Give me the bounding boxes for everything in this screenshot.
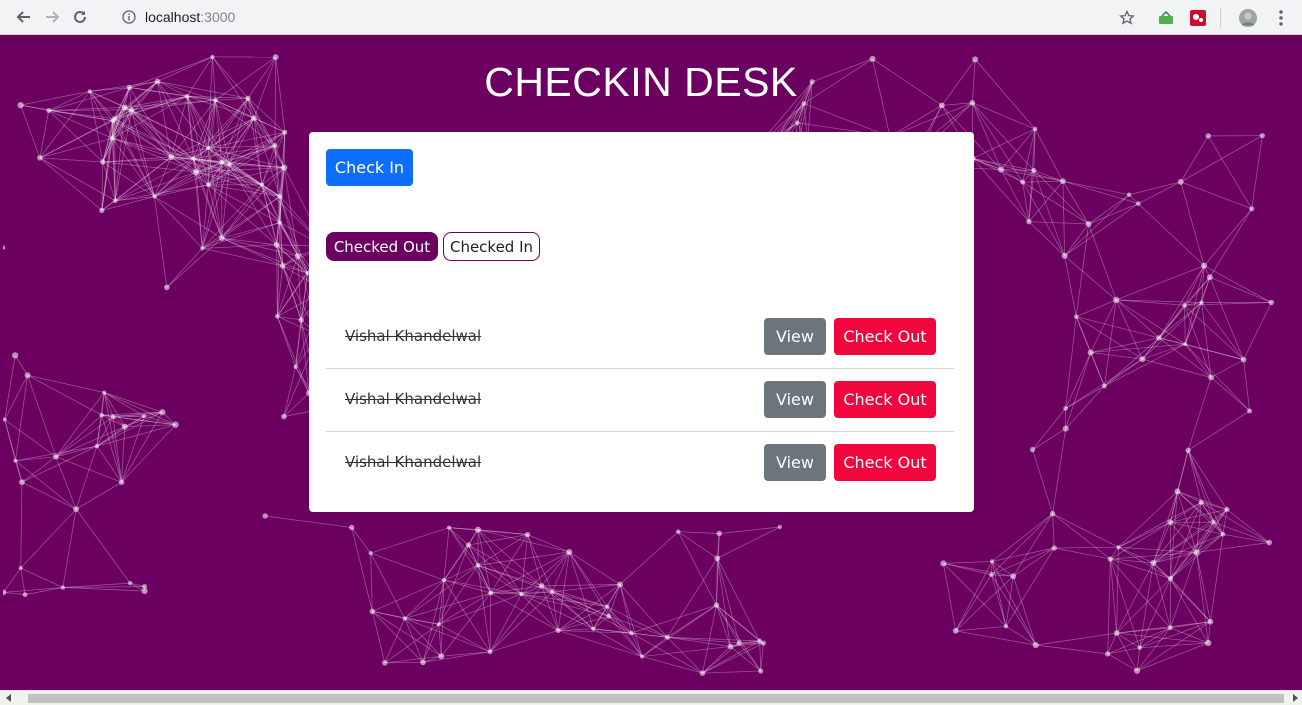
page-title: CHECKIN DESK xyxy=(484,59,798,105)
check-out-button[interactable]: Check Out xyxy=(834,318,936,355)
list-item: Vishal Khandelwal View Check Out xyxy=(325,306,955,369)
toolbar-separator xyxy=(1220,7,1221,28)
reload-icon[interactable] xyxy=(69,6,91,28)
star-icon[interactable] xyxy=(1118,9,1136,27)
check-out-button[interactable]: Check Out xyxy=(834,444,936,481)
checkin-card: Check In Checked Out Checked In Vishal K… xyxy=(309,132,974,512)
horizontal-scrollbar[interactable] xyxy=(0,690,1302,705)
extension-icon[interactable] xyxy=(1189,9,1207,27)
list-item: Vishal Khandelwal View Check Out xyxy=(325,432,955,495)
check-in-button[interactable]: Check In xyxy=(326,149,413,186)
tab-checked-in[interactable]: Checked In xyxy=(443,232,540,261)
list-item: Vishal Khandelwal View Check Out xyxy=(325,369,955,432)
url-host: localhost xyxy=(145,8,201,25)
view-button[interactable]: View xyxy=(764,318,826,355)
scroll-right-icon[interactable] xyxy=(1290,693,1300,703)
scroll-left-icon[interactable] xyxy=(4,693,14,703)
view-button[interactable]: View xyxy=(764,444,826,481)
url-port: :3000 xyxy=(200,8,236,25)
browser-toolbar: localhost:3000 xyxy=(0,0,1302,35)
visitor-name: Vishal Khandelwal xyxy=(345,453,482,471)
extension-icon[interactable] xyxy=(1157,9,1175,27)
back-icon[interactable] xyxy=(13,6,35,28)
address-bar[interactable]: localhost:3000 xyxy=(112,3,1150,30)
check-out-button[interactable]: Check Out xyxy=(834,381,936,418)
page-viewport: CHECKIN DESK Check In Checked Out Checke… xyxy=(3,35,1302,690)
view-button[interactable]: View xyxy=(764,381,826,418)
visitor-name: Vishal Khandelwal xyxy=(345,327,482,345)
scrollbar-thumb[interactable] xyxy=(28,694,1284,703)
visitor-name: Vishal Khandelwal xyxy=(345,390,482,408)
avatar[interactable] xyxy=(1239,8,1257,27)
menu-icon[interactable] xyxy=(1272,9,1290,27)
tab-checked-out[interactable]: Checked Out xyxy=(326,232,438,261)
forward-icon[interactable] xyxy=(41,6,63,28)
info-icon[interactable] xyxy=(122,9,136,24)
visitor-list: Vishal Khandelwal View Check Out Vishal … xyxy=(325,306,955,495)
